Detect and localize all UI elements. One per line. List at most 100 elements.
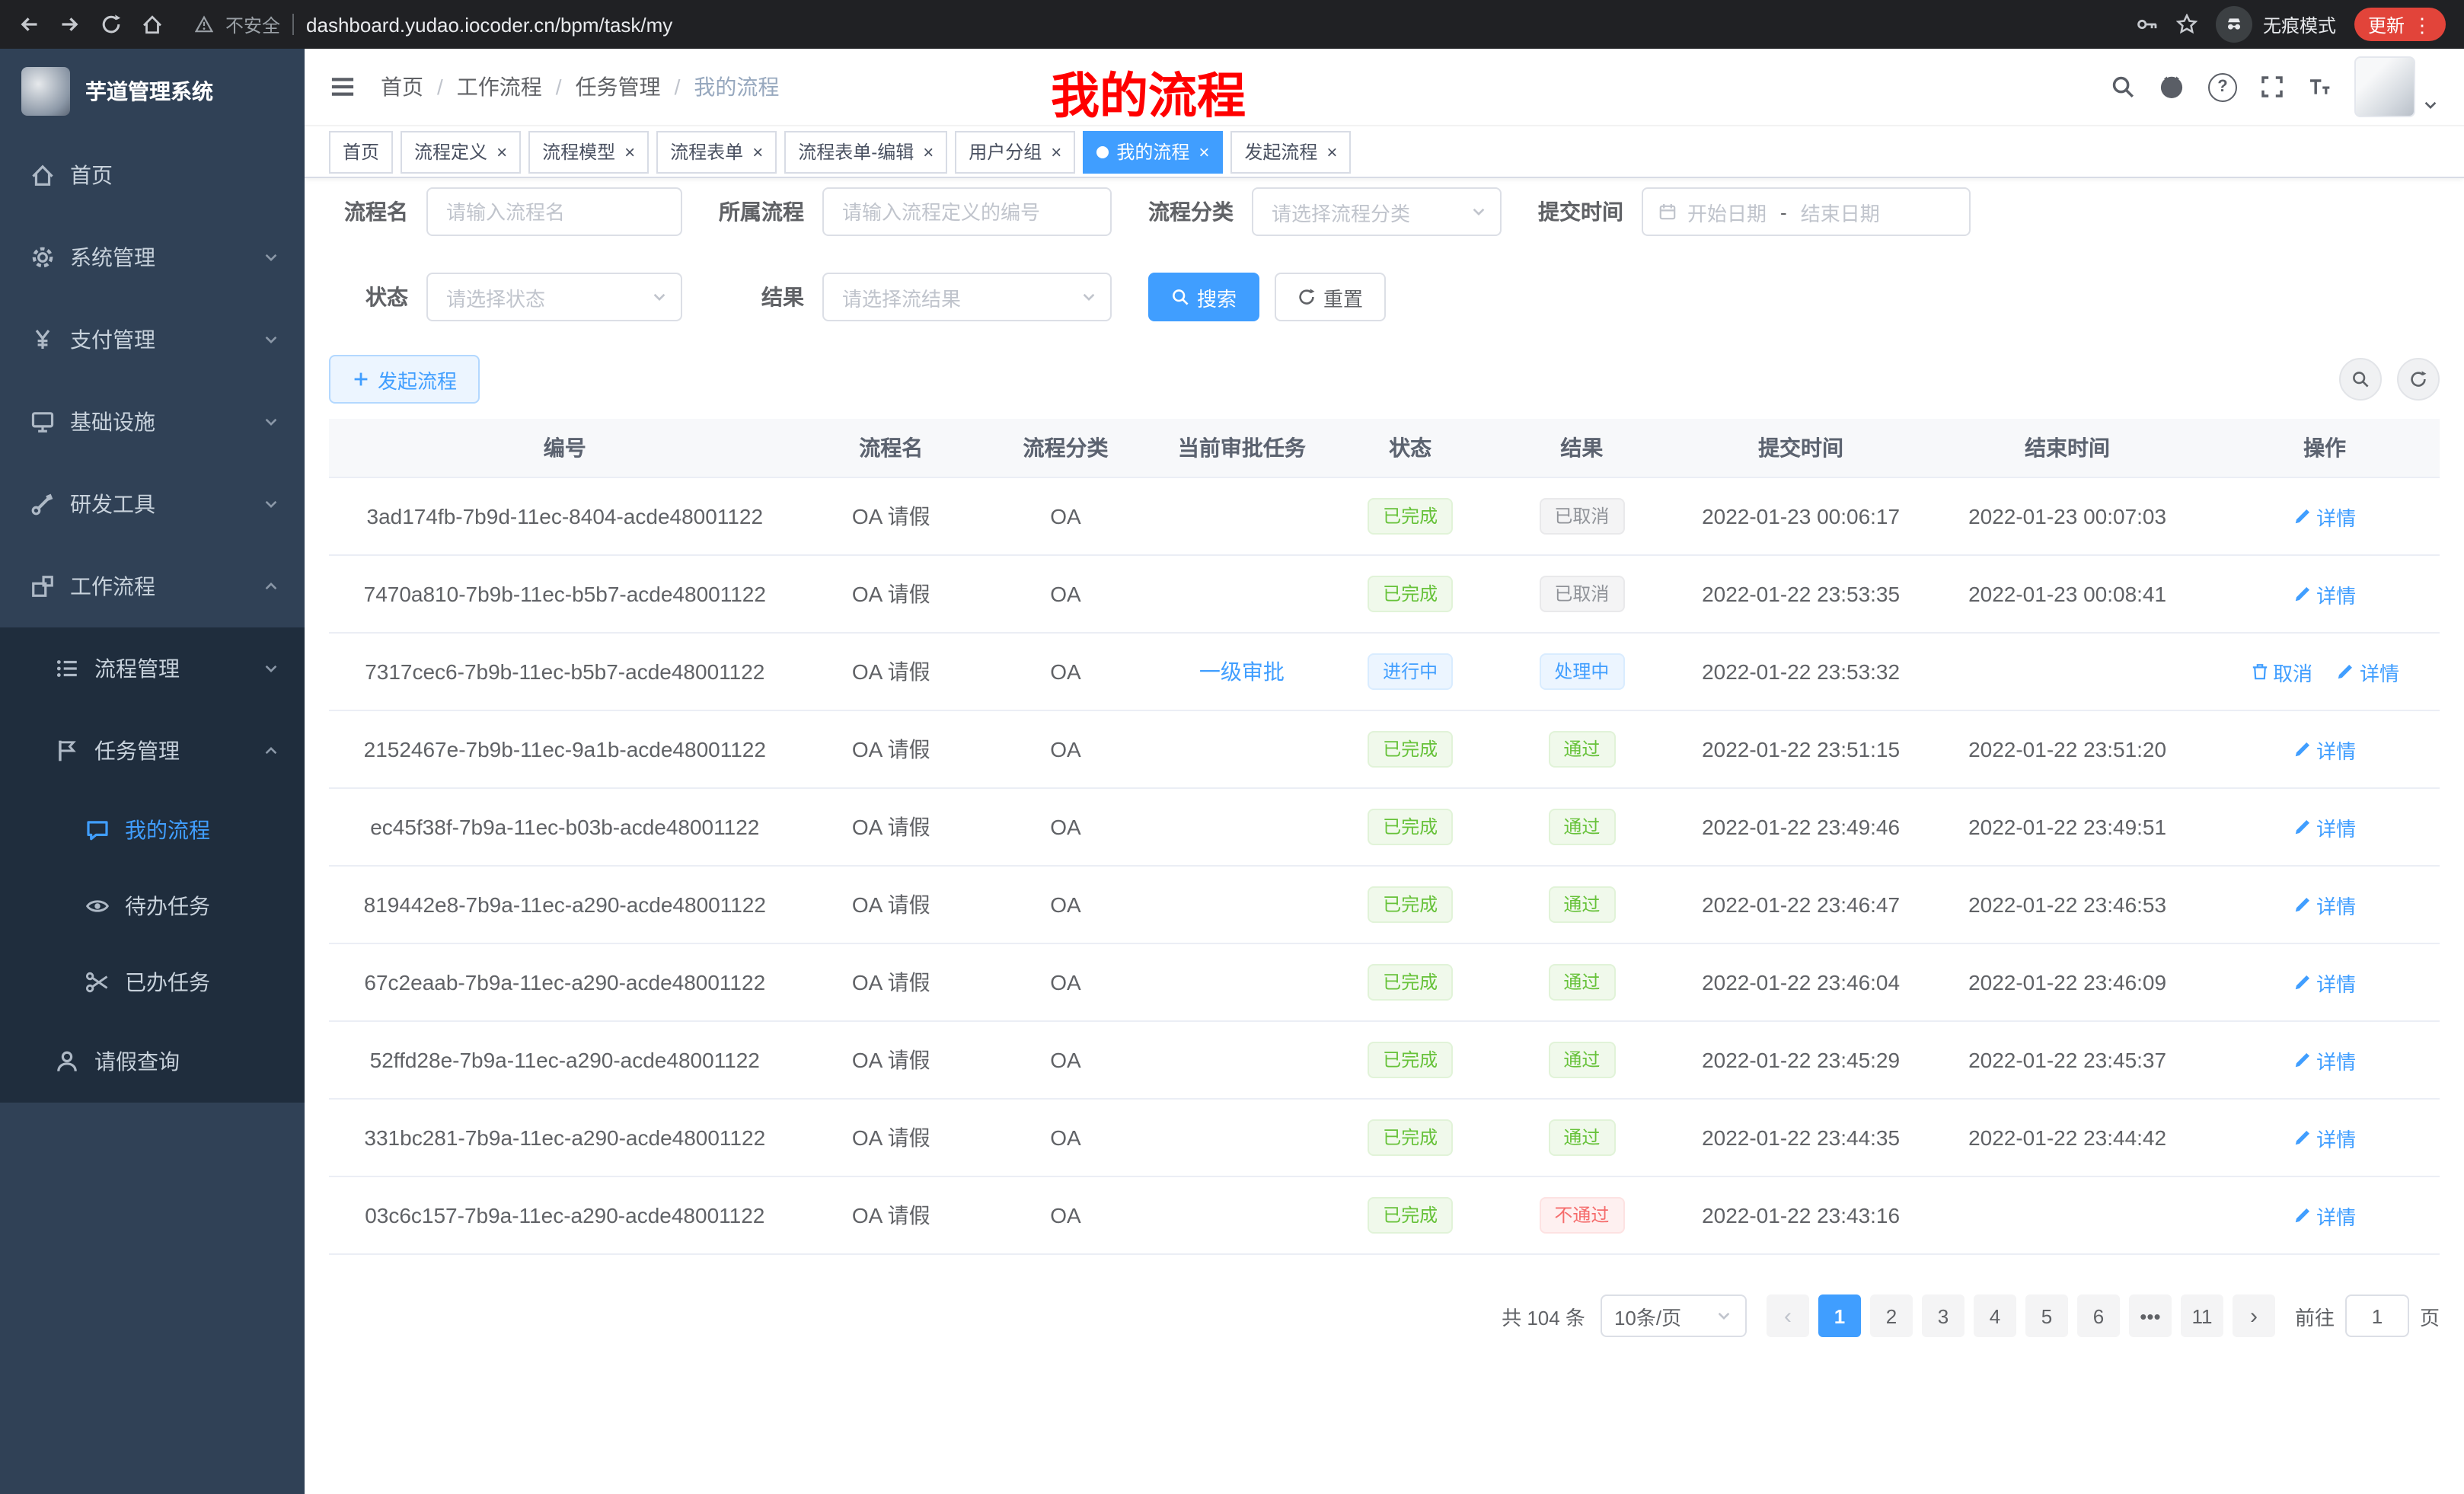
breadcrumb-task-management[interactable]: 任务管理: [576, 72, 661, 102]
breadcrumb-home[interactable]: 首页: [381, 72, 423, 102]
next-page-button[interactable]: ›: [2233, 1294, 2275, 1337]
browser-back-icon[interactable]: [18, 14, 40, 35]
current-task-link[interactable]: 一级审批: [1199, 659, 1285, 684]
page-size-select[interactable]: 10条/页: [1601, 1294, 1747, 1337]
result-badge: 通过: [1548, 731, 1615, 768]
detail-button[interactable]: 详情: [2293, 1045, 2356, 1074]
close-icon[interactable]: ×: [1326, 142, 1337, 161]
detail-button[interactable]: 详情: [2293, 735, 2356, 764]
sidebar-item-payment[interactable]: 支付管理: [0, 298, 305, 381]
sidebar-item-my-process[interactable]: 我的流程: [0, 792, 305, 868]
sidebar-item-label: 基础设施: [70, 407, 155, 437]
sidebar-item-workflow[interactable]: 工作流程: [0, 545, 305, 627]
close-icon[interactable]: ×: [752, 142, 763, 161]
process-name: OA 请假: [852, 815, 930, 839]
process-id: 2152467e-7b9b-11ec-9a1b-acde48001122: [364, 737, 766, 761]
more-pages-button[interactable]: •••: [2129, 1294, 2172, 1337]
sidebar-item-todo-task[interactable]: 待办任务: [0, 868, 305, 944]
sidebar-item-system[interactable]: 系统管理: [0, 216, 305, 298]
sidebar-logo[interactable]: 芋道管理系统: [0, 49, 305, 134]
close-icon[interactable]: ×: [496, 142, 507, 161]
tab-process-form[interactable]: 流程表单×: [656, 130, 777, 173]
sidebar-item-infrastructure[interactable]: 基础设施: [0, 381, 305, 463]
page-button-last[interactable]: 11: [2181, 1294, 2223, 1337]
process-table: 编号 流程名 流程分类 当前审批任务 状态 结果 提交时间 结束时间 操作: [329, 419, 2440, 1255]
page-button[interactable]: 6: [2077, 1294, 2120, 1337]
page-button[interactable]: 5: [2025, 1294, 2068, 1337]
browser-home-icon[interactable]: [142, 14, 163, 35]
close-icon[interactable]: ×: [1198, 142, 1209, 161]
font-size-icon[interactable]: [2307, 75, 2332, 99]
help-icon[interactable]: ?: [2208, 72, 2237, 101]
sidebar-item-task-management[interactable]: 任务管理: [0, 710, 305, 792]
fullscreen-icon[interactable]: [2260, 75, 2284, 99]
detail-button[interactable]: 详情: [2293, 968, 2356, 997]
process-name: OA 请假: [852, 1203, 930, 1227]
status-select[interactable]: 请选择状态: [426, 273, 682, 321]
url-text: dashboard.yudao.iocoder.cn/bpm/task/my: [306, 13, 672, 36]
tab-user-group[interactable]: 用户分组×: [955, 130, 1075, 173]
result-badge: 通过: [1548, 964, 1615, 1001]
page-button[interactable]: 3: [1922, 1294, 1964, 1337]
github-icon[interactable]: [2158, 73, 2185, 101]
detail-button[interactable]: 详情: [2293, 812, 2356, 841]
sidebar-item-done-task[interactable]: 已办任务: [0, 944, 305, 1020]
sidebar-item-home[interactable]: 首页: [0, 134, 305, 216]
page-button[interactable]: 2: [1870, 1294, 1913, 1337]
key-icon[interactable]: [2137, 14, 2158, 35]
sidebar-item-leave-query[interactable]: 请假查询: [0, 1020, 305, 1103]
submit-time-range-picker[interactable]: 开始日期 - 结束日期: [1642, 187, 1971, 236]
detail-button[interactable]: 详情: [2337, 657, 2399, 686]
detail-button[interactable]: 详情: [2293, 579, 2356, 608]
result-select[interactable]: 请选择流结果: [822, 273, 1112, 321]
process-id: 819442e8-7b9a-11ec-a290-acde48001122: [364, 892, 766, 917]
navbar: 首页 / 工作流程 / 任务管理 / 我的流程 我的流程 ?: [305, 49, 2464, 126]
breadcrumb-workflow[interactable]: 工作流程: [457, 72, 542, 102]
process-name-input[interactable]: [426, 187, 682, 236]
search-icon[interactable]: [2111, 75, 2135, 99]
sidebar-item-dev-tools[interactable]: 研发工具: [0, 463, 305, 545]
table-row: 3ad174fb-7b9d-11ec-8404-acde48001122 OA …: [329, 477, 2440, 555]
page-button[interactable]: 4: [1974, 1294, 2016, 1337]
bookmark-star-icon[interactable]: [2176, 14, 2197, 35]
tab-start-process[interactable]: 发起流程×: [1230, 130, 1351, 173]
security-label: 不安全: [225, 11, 280, 37]
prev-page-button[interactable]: ‹: [1767, 1294, 1809, 1337]
tab-home[interactable]: 首页: [329, 130, 393, 173]
incognito-badge[interactable]: 无痕模式: [2216, 6, 2336, 43]
detail-button[interactable]: 详情: [2293, 1201, 2356, 1230]
page-button-current[interactable]: 1: [1818, 1294, 1861, 1337]
flag-icon: [55, 739, 79, 763]
close-icon[interactable]: ×: [923, 142, 934, 161]
process-category-select[interactable]: 请选择流程分类: [1252, 187, 1502, 236]
tab-process-model[interactable]: 流程模型×: [528, 130, 649, 173]
chevron-up-icon: [262, 577, 280, 595]
cancel-button[interactable]: 取消: [2250, 657, 2312, 686]
detail-button[interactable]: 详情: [2293, 1123, 2356, 1152]
tab-process-definition[interactable]: 流程定义 ×: [401, 130, 521, 173]
toggle-search-button[interactable]: [2339, 358, 2382, 401]
detail-button[interactable]: 详情: [2293, 890, 2356, 919]
sidebar-item-process-management[interactable]: 流程管理: [0, 627, 305, 710]
goto-page-input[interactable]: [2345, 1294, 2409, 1337]
search-button[interactable]: 搜索: [1148, 273, 1259, 321]
tab-my-process[interactable]: 我的流程×: [1083, 130, 1223, 173]
hamburger-icon[interactable]: [329, 73, 356, 101]
browser-reload-icon[interactable]: [101, 14, 122, 35]
process-definition-input[interactable]: [822, 187, 1112, 236]
workflow-icon: [30, 574, 55, 599]
browser-forward-icon[interactable]: [59, 14, 81, 35]
start-process-button[interactable]: 发起流程: [329, 355, 480, 404]
tab-label: 流程定义: [414, 139, 487, 164]
tab-process-form-edit[interactable]: 流程表单-编辑×: [784, 130, 947, 173]
address-bar[interactable]: 不安全 dashboard.yudao.iocoder.cn/bpm/task/…: [195, 11, 672, 37]
browser-menu-icon[interactable]: ⋮: [2412, 14, 2432, 34]
refresh-table-button[interactable]: [2397, 358, 2440, 401]
search-icon: [1171, 288, 1189, 306]
browser-update-button[interactable]: 更新 ⋮: [2354, 8, 2446, 41]
close-icon[interactable]: ×: [624, 142, 635, 161]
user-menu[interactable]: [2354, 56, 2440, 117]
detail-button[interactable]: 详情: [2293, 502, 2356, 531]
reset-button[interactable]: 重置: [1275, 273, 1386, 321]
close-icon[interactable]: ×: [1051, 142, 1061, 161]
